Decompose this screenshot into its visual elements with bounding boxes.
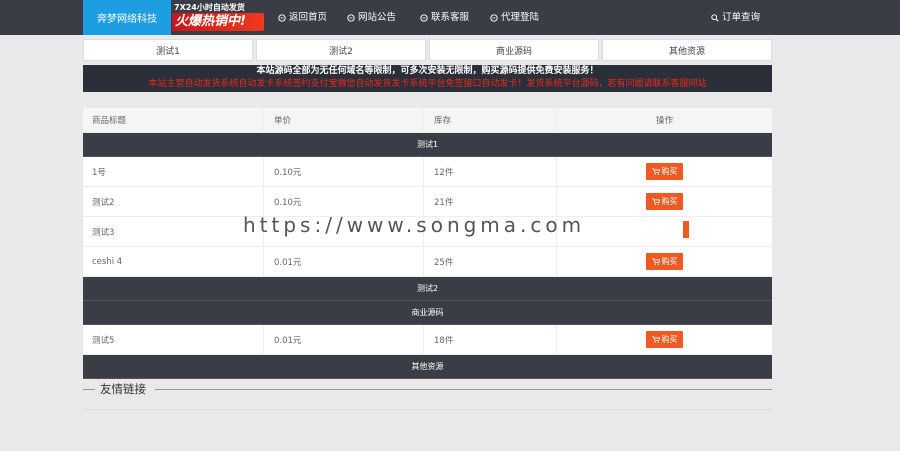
notice-line2: 本站主营自动发货系统自动发卡系统签约支付宝微信自动发货发卡系统平台免签接口自动发… [148,79,707,89]
product-price: 0.10元 [263,187,423,216]
site-logo[interactable]: 奔梦网络科技 [83,0,171,35]
table-row: 测试5 0.01元 18件 购买 [83,325,772,355]
nav-home[interactable]: 返回首页 [278,0,327,35]
service-icon [420,13,428,22]
product-price: 0.10元 [263,157,423,186]
buy-button[interactable]: 购买 [646,163,683,180]
group-header: 测试1 [83,133,772,157]
product-stock: 12件 [423,157,556,186]
nav-agent[interactable]: 代理登陆 [490,0,539,35]
buy-label: 购买 [661,197,678,206]
product-stock: 21件 [423,187,556,216]
buy-button[interactable]: 购买 [646,193,683,210]
nav-agent-label: 代理登陆 [501,12,540,23]
product-title: 测试2 [92,197,115,208]
promo-line2: 火爆热销中! [172,13,264,31]
order-query-link[interactable]: 订单查询 [711,0,760,35]
friend-links-title: 友情链接 [100,382,146,396]
buy-button[interactable]: 购买 [646,331,683,348]
nav-notice-label: 网站公告 [358,12,397,23]
action-cell: 购买 [556,247,772,276]
tab-commercial-source[interactable]: 商业源码 [429,39,599,61]
divider [83,389,95,390]
header-title: 商品标题 [92,116,127,126]
tab-test1[interactable]: 测试1 [83,39,253,61]
header-stock: 库存 [423,108,556,132]
notice-line1: 本站源码全部为无任何域名等限制，可多次安装无限制，购买源码提供免费安装服务！ [256,66,599,76]
watermark-text: https://www.songma.com [243,213,586,237]
product-table: 商品标题 单价 库存 操作 测试1 1号 0.10元 12件 购买 测试2 0.… [83,108,772,379]
order-query-label: 订单查询 [722,12,761,23]
home-icon [278,13,286,22]
friend-links-section: 友情链接 [83,381,772,410]
table-header: 商品标题 单价 库存 操作 [83,108,772,133]
cart-icon [651,198,660,205]
product-stock: 18件 [423,325,556,354]
tab-other-resources[interactable]: 其他资源 [602,39,772,61]
promo-line1: 7X24小时自动发货 [174,3,245,12]
nav-home-label: 返回首页 [289,12,328,23]
tab-test2[interactable]: 测试2 [256,39,426,61]
table-row: 1号 0.10元 12件 购买 [83,157,772,187]
watermark-accent [683,221,689,238]
product-price: 0.01元 [263,325,423,354]
nav-service[interactable]: 联系客服 [420,0,469,35]
action-cell: 购买 [556,187,772,216]
nav-service-label: 联系客服 [431,12,470,23]
group-header: 商业源码 [83,301,772,325]
product-title: 测试3 [92,227,115,238]
buy-label: 购买 [661,335,678,344]
header-action: 操作 [556,108,772,132]
buy-button[interactable]: 购买 [646,253,683,270]
table-row: ceshi 4 0.01元 25件 购买 [83,247,772,277]
product-title: 测试5 [92,335,115,346]
notice-icon [347,13,355,22]
buy-label: 购买 [661,257,678,266]
product-title: ceshi 4 [92,256,123,267]
notice-banner: 本站源码全部为无任何域名等限制，可多次安装无限制，购买源码提供免费安装服务！ 本… [83,65,772,92]
category-tabs: 测试1 测试2 商业源码 其他资源 [83,39,772,61]
cart-icon [651,258,660,265]
group-header: 测试2 [83,277,772,301]
search-icon [711,13,719,22]
group-header: 其他资源 [83,355,772,379]
cart-icon [651,168,660,175]
action-cell: 购买 [556,157,772,186]
cart-icon [651,336,660,343]
product-title: 1号 [92,167,106,178]
divider [83,409,772,410]
product-stock: 25件 [423,247,556,276]
agent-icon [490,13,498,22]
product-price: 0.01元 [263,247,423,276]
action-cell: 购买 [556,325,772,354]
buy-label: 购买 [661,167,678,176]
promo-banner: 7X24小时自动发货 火爆热销中! [172,2,264,33]
divider [155,389,772,390]
header-price: 单价 [263,108,423,132]
top-navbar: 奔梦网络科技 7X24小时自动发货 火爆热销中! 返回首页 网站公告 联系客服 … [0,0,900,35]
action-cell [556,217,772,246]
nav-notice[interactable]: 网站公告 [347,0,396,35]
